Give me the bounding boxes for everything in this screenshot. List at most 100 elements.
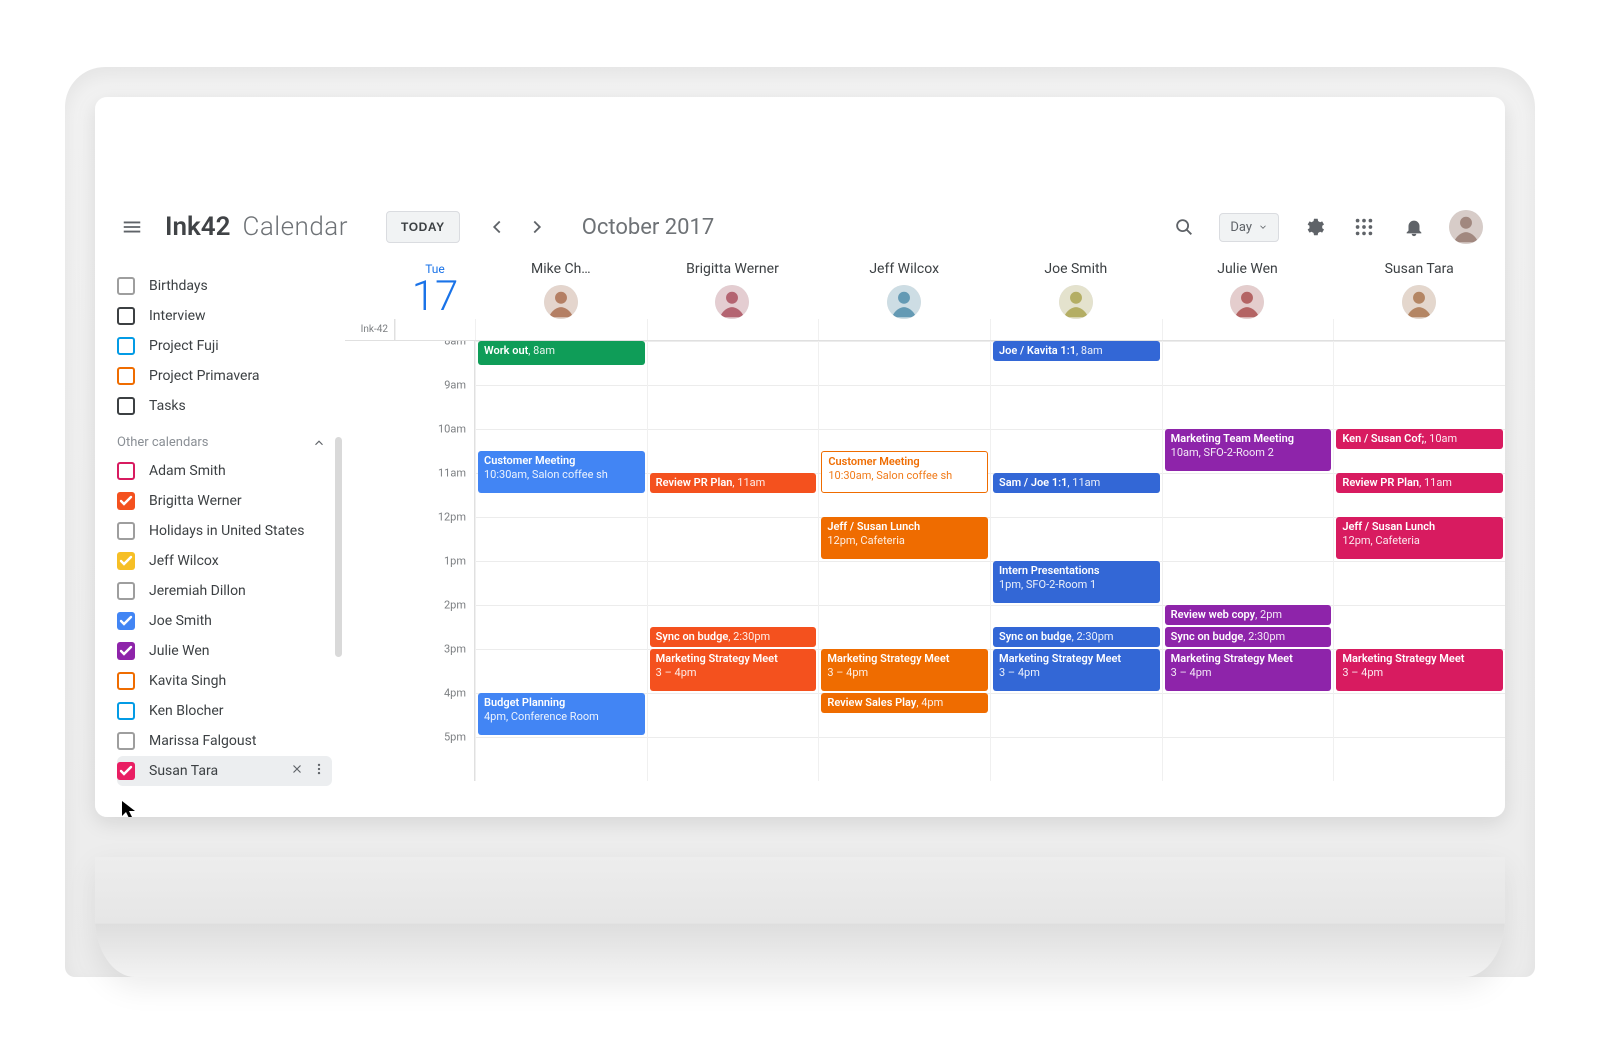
event-time: , 2:30pm [728, 630, 770, 643]
day-column[interactable]: Ken / Susan Cof;, 10am Review PR Plan, 11… [1333, 341, 1505, 781]
calendar-checkbox[interactable] [117, 702, 135, 720]
account-avatar[interactable] [1449, 210, 1483, 244]
day-column[interactable]: Joe / Kavita 1:1, 8am Sam / Joe 1:1, 11am… [990, 341, 1162, 781]
calendar-event[interactable]: Sync on budge, 2:30pm [650, 627, 817, 647]
event-time: 10am, SFO-2-Room 2 [1171, 446, 1326, 460]
calendar-event[interactable]: Marketing Strategy Meet3 – 4pm [821, 649, 988, 691]
event-title: Marketing Strategy Meet [1342, 652, 1497, 666]
calendar-checkbox[interactable] [117, 367, 135, 385]
calendar-event[interactable]: Intern Presentations1pm, SFO-2-Room 1 [993, 561, 1160, 603]
calendar-checkbox[interactable] [117, 307, 135, 325]
person-column-header[interactable]: Jeff Wilcox [818, 261, 990, 319]
calendar-checkbox[interactable] [117, 762, 135, 780]
event-time: 3 – 4pm [999, 666, 1154, 680]
calendar-checkbox[interactable] [117, 672, 135, 690]
calendar-item[interactable]: Interview [117, 301, 332, 331]
event-time: 3 – 4pm [656, 666, 811, 680]
notifications-icon[interactable] [1399, 212, 1429, 242]
person-column-header[interactable]: Susan Tara [1333, 261, 1505, 319]
brand-primary: Ink42 [165, 212, 230, 242]
person-avatar [1059, 285, 1093, 319]
calendar-options-icon[interactable] [312, 762, 326, 780]
calendar-checkbox[interactable] [117, 642, 135, 660]
prev-period-icon[interactable] [482, 212, 512, 242]
calendar-checkbox[interactable] [117, 732, 135, 750]
calendar-item[interactable]: Julie Wen [117, 636, 332, 666]
calendar-event[interactable]: Customer Meeting10:30am, Salon coffee sh [478, 451, 645, 493]
calendar-event[interactable]: Marketing Strategy Meet3 – 4pm [1165, 649, 1332, 691]
calendar-event[interactable]: Joe / Kavita 1:1, 8am [993, 341, 1160, 361]
sidebar-scrollbar[interactable] [335, 437, 342, 657]
calendar-event[interactable]: Ken / Susan Cof;, 10am [1336, 429, 1503, 449]
person-column-header[interactable]: Mike Ch… [475, 261, 647, 319]
calendar-event[interactable]: Review web copy, 2pm [1165, 605, 1332, 625]
calendar-event[interactable]: Sync on budge, 2:30pm [1165, 627, 1332, 647]
calendar-event[interactable]: Marketing Strategy Meet3 – 4pm [993, 649, 1160, 691]
calendar-label: Kavita Singh [149, 673, 326, 689]
next-period-icon[interactable] [522, 212, 552, 242]
calendar-checkbox[interactable] [117, 462, 135, 480]
day-column[interactable]: Customer Meeting10:30am, Salon coffee sh… [818, 341, 990, 781]
view-switch[interactable]: Day [1219, 213, 1279, 242]
day-column[interactable]: Marketing Team Meeting10am, SFO-2-Room 2… [1162, 341, 1334, 781]
event-time: 10:30am, Salon coffee sh [828, 469, 981, 483]
day-column[interactable]: Review PR Plan, 11am Sync on budge, 2:30p… [647, 341, 819, 781]
calendar-item[interactable]: Brigitta Werner [117, 486, 332, 516]
calendar-event[interactable]: Work out, 8am [478, 341, 645, 365]
calendar-item[interactable]: Jeff Wilcox [117, 546, 332, 576]
laptop-base [95, 857, 1505, 977]
day-number: 17 [395, 276, 475, 318]
event-time: , 11am [1419, 476, 1452, 489]
calendar-event[interactable]: Review PR Plan, 11am [650, 473, 817, 493]
day-column[interactable]: Work out, 8am Customer Meeting10:30am, Sa… [475, 341, 647, 781]
calendar-checkbox[interactable] [117, 582, 135, 600]
calendar-item[interactable]: Birthdays [117, 271, 332, 301]
calendar-label: Birthdays [149, 278, 326, 294]
person-name: Joe Smith [1044, 261, 1107, 277]
apps-grid-icon[interactable] [1349, 212, 1379, 242]
person-column-header[interactable]: Joe Smith [990, 261, 1162, 319]
calendar-event[interactable]: Budget Planning4pm, Conference Room [478, 693, 645, 735]
remove-calendar-icon[interactable] [290, 762, 304, 780]
settings-gear-icon[interactable] [1299, 212, 1329, 242]
calendar-checkbox[interactable] [117, 277, 135, 295]
calendar-item[interactable]: Adam Smith [117, 456, 332, 486]
calendar-item[interactable]: Susan Tara [117, 756, 332, 786]
calendar-item[interactable]: Tasks [117, 391, 332, 421]
menu-icon[interactable] [117, 212, 147, 242]
calendar-item[interactable]: Ken Blocher [117, 696, 332, 726]
today-button[interactable]: TODAY [386, 211, 460, 243]
calendar-item[interactable]: Project Fuji [117, 331, 332, 361]
calendar-event[interactable]: Jeff / Susan Lunch12pm, Cafeteria [821, 517, 988, 559]
calendar-item[interactable]: Joe Smith [117, 606, 332, 636]
calendar-event[interactable]: Marketing Team Meeting10am, SFO-2-Room 2 [1165, 429, 1332, 471]
calendar-item[interactable]: Project Primavera [117, 361, 332, 391]
calendar-item[interactable]: Marissa Falgoust [117, 726, 332, 756]
calendar-event[interactable]: Review PR Plan, 11am [1336, 473, 1503, 493]
calendar-checkbox[interactable] [117, 492, 135, 510]
calendar-item[interactable]: Kavita Singh [117, 666, 332, 696]
calendar-event[interactable]: Marketing Strategy Meet3 – 4pm [650, 649, 817, 691]
calendar-checkbox[interactable] [117, 337, 135, 355]
hour-label: 3pm [345, 643, 466, 656]
search-icon[interactable] [1169, 212, 1199, 242]
person-column-header[interactable]: Brigitta Werner [647, 261, 819, 319]
event-time: 12pm, Cafeteria [827, 534, 982, 548]
calendar-event[interactable]: Jeff / Susan Lunch12pm, Cafeteria [1336, 517, 1503, 559]
person-column-header[interactable]: Julie Wen [1162, 261, 1334, 319]
other-calendars-header[interactable]: Other calendars [117, 435, 332, 450]
calendar-event[interactable]: Sam / Joe 1:1, 11am [993, 473, 1160, 493]
calendar-event[interactable]: Customer Meeting10:30am, Salon coffee sh [821, 451, 988, 493]
grid-scroll[interactable]: 8am9am10am11am12pm1pm2pm3pm4pm5pm Work o… [345, 341, 1505, 817]
calendar-checkbox[interactable] [117, 552, 135, 570]
calendar-item[interactable]: Jeremiah Dillon [117, 576, 332, 606]
calendar-checkbox[interactable] [117, 397, 135, 415]
calendar-event[interactable]: Review Sales Play, 4pm [821, 693, 988, 713]
calendar-checkbox[interactable] [117, 522, 135, 540]
calendar-item[interactable]: Holidays in United States [117, 516, 332, 546]
calendar-checkbox[interactable] [117, 612, 135, 630]
sidebar: Birthdays InterviewProject FujiProject Pr… [95, 257, 345, 817]
calendar-event[interactable]: Marketing Strategy Meet3 – 4pm [1336, 649, 1503, 691]
calendar-label: Tasks [149, 398, 326, 414]
calendar-event[interactable]: Sync on budge, 2:30pm [993, 627, 1160, 647]
